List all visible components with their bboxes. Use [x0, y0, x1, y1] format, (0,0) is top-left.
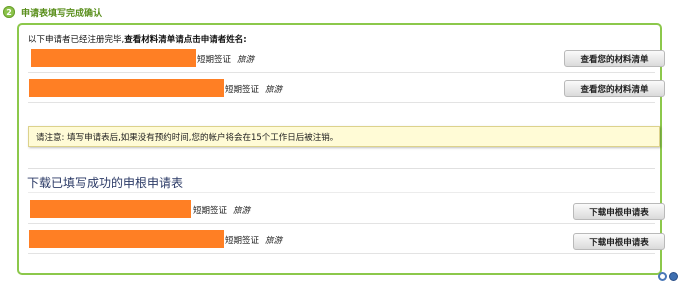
- accessibility-icon[interactable]: [658, 272, 667, 281]
- step-title: 申请表填写完成确认: [21, 8, 103, 19]
- visa-type-label: 短期签证 旅游: [197, 55, 255, 65]
- redacted-applicant-name: [29, 230, 224, 248]
- download-form-button[interactable]: 下载申根申请表: [573, 233, 665, 250]
- visa-purpose: 旅游: [233, 206, 251, 216]
- visa-type-label: 短期签证 旅游: [193, 206, 251, 216]
- visa-type-label: 短期签证 旅游: [225, 236, 283, 246]
- intro-text: 以下申请者已经注册完毕,查看材料清单请点击申请者姓名:: [28, 33, 247, 45]
- applicant-row: 短期签证 旅游 查看您的材料清单: [28, 76, 665, 103]
- help-icon[interactable]: [669, 272, 678, 281]
- visa-purpose: 旅游: [265, 236, 283, 246]
- section-divider: [28, 168, 655, 169]
- visa-purpose: 旅游: [237, 55, 255, 65]
- section-divider: [28, 192, 655, 193]
- download-row: 短期签证 旅游 下载申根申请表: [28, 227, 665, 254]
- notice-box: 请注意: 填写申请表后,如果没有预约时间,您的帐户将会在15个工作日后被注销。: [28, 126, 660, 147]
- redacted-applicant-name[interactable]: [31, 49, 196, 67]
- download-row: 短期签证 旅游 下载申根申请表: [28, 197, 665, 224]
- page: 2 申请表填写完成确认 以下申请者已经注册完毕,查看材料清单请点击申请者姓名: …: [0, 0, 680, 283]
- step-number-badge: 2: [3, 6, 15, 18]
- view-checklist-button[interactable]: 查看您的材料清单: [564, 80, 665, 97]
- visa-type-label: 短期签证 旅游: [225, 85, 283, 95]
- confirmation-panel: 以下申请者已经注册完毕,查看材料清单请点击申请者姓名: 短期签证 旅游 查看您的材…: [17, 23, 665, 275]
- applicant-row: 短期签证 旅游 查看您的材料清单: [28, 46, 665, 73]
- intro-bold: 查看材料清单请点击申请者姓名:: [124, 35, 247, 45]
- download-section-title: 下载已填写成功的申根申请表: [27, 176, 184, 190]
- intro-prefix: 以下申请者已经注册完毕,: [28, 35, 125, 45]
- corner-icons: [658, 272, 678, 281]
- download-form-button[interactable]: 下载申根申请表: [573, 203, 665, 220]
- redacted-applicant-name[interactable]: [29, 79, 224, 97]
- redacted-applicant-name: [30, 200, 191, 218]
- visa-purpose: 旅游: [265, 85, 283, 95]
- step-header: 2 申请表填写完成确认: [3, 5, 102, 19]
- view-checklist-button[interactable]: 查看您的材料清单: [564, 50, 665, 67]
